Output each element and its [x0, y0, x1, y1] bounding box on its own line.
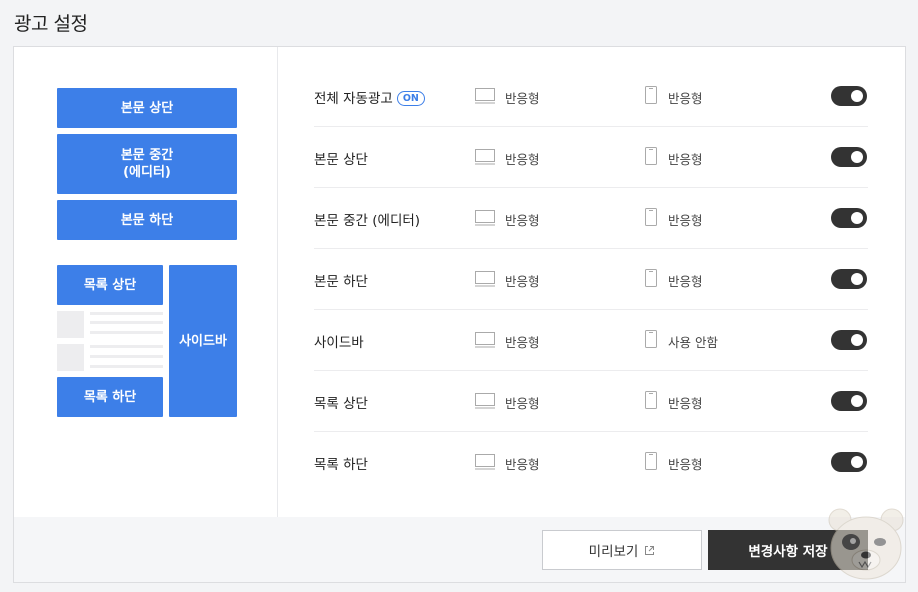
toggle-body-middle[interactable] — [831, 208, 867, 228]
monitor-icon — [475, 210, 495, 226]
ad-row-body-middle: 본문 중간 (에디터) 반응형 반응형 — [314, 188, 868, 249]
preview-sidebar[interactable]: 사이드바 — [169, 265, 237, 417]
list-placeholder-line — [90, 321, 163, 324]
list-placeholder-line — [90, 345, 163, 348]
mobile-ad-type: 반응형 — [668, 457, 703, 472]
preview-button-label: 미리보기 — [588, 544, 639, 560]
preview-body-top-label: 본문 상단 — [120, 100, 174, 116]
ad-row-sidebar: 사이드바 반응형 사용 안함 — [314, 310, 868, 371]
pc-ad-type: 반응형 — [505, 152, 540, 167]
ad-row-list-bottom: 목록 하단 반응형 반응형 — [314, 432, 868, 493]
ad-row-label: 본문 상단 — [314, 152, 368, 168]
ad-row-body-top: 본문 상단 반응형 반응형 — [314, 127, 868, 188]
monitor-icon — [475, 332, 495, 348]
toggle-knob — [851, 395, 863, 407]
mobile-ad-type: 반응형 — [668, 152, 703, 167]
preview-list-bottom-label: 목록 하단 — [83, 389, 137, 405]
toggle-knob — [851, 90, 863, 102]
ad-row-label: 본문 하단 — [314, 274, 368, 290]
toggle-list-top[interactable] — [831, 391, 867, 411]
mobile-icon — [645, 391, 657, 409]
mobile-icon — [645, 330, 657, 348]
toggle-list-bottom[interactable] — [831, 452, 867, 472]
ad-row-auto: 전체 자동광고 ON 반응형 반응형 — [314, 66, 868, 127]
ad-row-label: 사이드바 — [314, 335, 364, 351]
mobile-icon — [645, 147, 657, 165]
ad-row-label-wrap: 전체 자동광고 ON — [314, 87, 425, 107]
preview-body-middle-label-1: 본문 중간 — [120, 148, 174, 163]
preview-list-bottom[interactable]: 목록 하단 — [57, 377, 163, 417]
toggle-body-bottom[interactable] — [831, 269, 867, 289]
monitor-icon — [475, 271, 495, 287]
page-title: 광고 설정 — [14, 13, 88, 35]
pc-ad-type: 반응형 — [505, 396, 540, 411]
pc-ad-type: 반응형 — [505, 274, 540, 289]
bear-mascot-icon — [828, 508, 904, 580]
mobile-ad-type: 반응형 — [668, 91, 703, 106]
mobile-ad-type: 반응형 — [668, 274, 703, 289]
pc-ad-type: 반응형 — [505, 91, 540, 106]
ad-row-list-top: 목록 상단 반응형 반응형 — [314, 371, 868, 432]
list-placeholder-thumb — [57, 344, 84, 371]
pc-ad-type: 반응형 — [505, 213, 540, 228]
ad-slot-list: 전체 자동광고 ON 반응형 반응형 본문 상단 반응형 반응형 본문 중간 (에… — [314, 66, 868, 493]
mobile-ad-type: 사용 안함 — [668, 335, 718, 350]
mobile-ad-type: 반응형 — [668, 396, 703, 411]
ad-row-body-bottom: 본문 하단 반응형 반응형 — [314, 249, 868, 310]
toggle-knob — [851, 151, 863, 163]
monitor-icon — [475, 88, 495, 104]
ad-row-label: 목록 하단 — [314, 457, 368, 473]
ad-row-label: 목록 상단 — [314, 396, 368, 412]
toggle-knob — [851, 273, 863, 285]
mobile-icon — [645, 452, 657, 470]
ad-layout-preview: 본문 상단 본문 중간 (에디터) 본문 하단 목록 상단 목록 하단 사이드바 — [14, 47, 278, 517]
mobile-icon — [645, 86, 657, 104]
preview-body-bottom[interactable]: 본문 하단 — [57, 200, 237, 240]
action-footer: 미리보기 변경사항 저장 — [14, 517, 905, 582]
pc-ad-type: 반응형 — [505, 335, 540, 350]
on-badge: ON — [396, 91, 425, 106]
toggle-knob — [851, 334, 863, 346]
list-placeholder-line — [90, 312, 163, 315]
toggle-knob — [851, 456, 863, 468]
preview-sidebar-label: 사이드바 — [179, 333, 227, 349]
mobile-icon — [645, 269, 657, 287]
toggle-sidebar[interactable] — [831, 330, 867, 350]
preview-body-bottom-label: 본문 하단 — [120, 212, 174, 228]
preview-body-middle[interactable]: 본문 중간 (에디터) — [57, 134, 237, 194]
preview-body-middle-label-2: (에디터) — [123, 165, 171, 180]
mobile-icon — [645, 208, 657, 226]
external-link-icon — [645, 545, 655, 555]
list-placeholder-line — [90, 365, 163, 368]
toggle-body-top[interactable] — [831, 147, 867, 167]
ad-row-label: 전체 자동광고 — [314, 91, 393, 107]
mobile-ad-type: 반응형 — [668, 213, 703, 228]
toggle-auto-ads[interactable] — [831, 86, 867, 106]
preview-body-top[interactable]: 본문 상단 — [57, 88, 237, 128]
preview-button[interactable]: 미리보기 — [542, 530, 702, 570]
list-placeholder-line — [90, 331, 163, 334]
list-placeholder-line — [90, 355, 163, 358]
preview-list-top-label: 목록 상단 — [83, 277, 137, 293]
ad-row-label: 본문 중간 (에디터) — [314, 213, 421, 229]
preview-list-top[interactable]: 목록 상단 — [57, 265, 163, 305]
monitor-icon — [475, 454, 495, 470]
ad-settings-panel: 본문 상단 본문 중간 (에디터) 본문 하단 목록 상단 목록 하단 사이드바 — [13, 46, 906, 583]
monitor-icon — [475, 393, 495, 409]
toggle-knob — [851, 212, 863, 224]
pc-ad-type: 반응형 — [505, 457, 540, 472]
monitor-icon — [475, 149, 495, 165]
list-placeholder-thumb — [57, 311, 84, 338]
